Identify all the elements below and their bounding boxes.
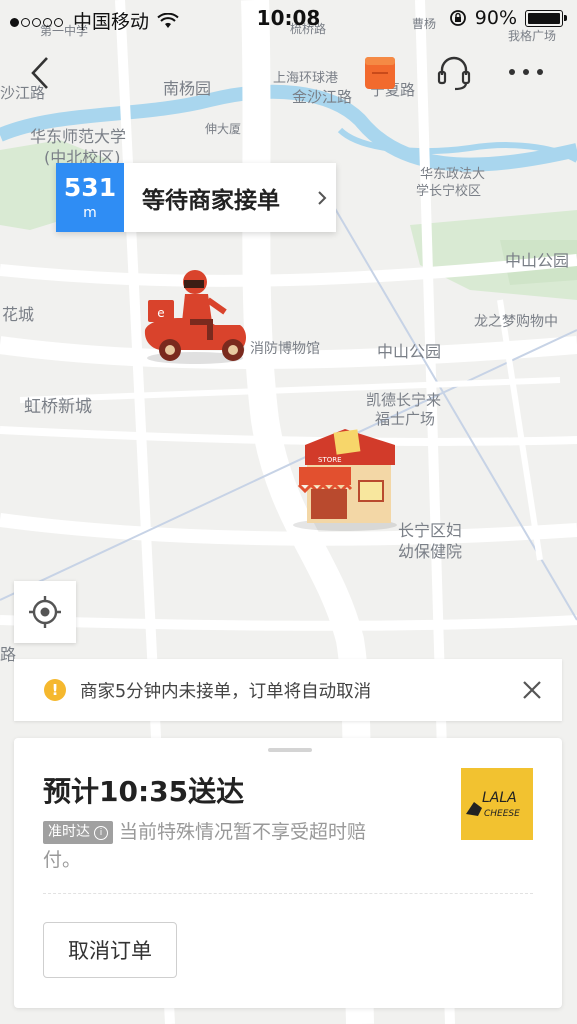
shop-logo-line1: LALA — [482, 790, 517, 806]
cancel-order-button[interactable]: 取消订单 — [43, 922, 177, 978]
battery-percent: 90% — [474, 7, 517, 29]
back-chevron-icon[interactable] — [22, 53, 58, 93]
distance-unit: m — [83, 204, 97, 221]
rotation-lock-icon — [449, 10, 466, 26]
merchant-status-card[interactable]: 531 m 等待商家接单 — [56, 163, 336, 232]
map-label: 学长宁校区 — [416, 183, 481, 199]
map-label: 虹桥新城 — [24, 397, 92, 417]
shop-logo[interactable]: LALA CHEESE — [461, 768, 533, 840]
map-label: 中山公园 — [505, 251, 569, 270]
map-label: 华东政法大 — [420, 167, 485, 182]
ele-bag-icon[interactable] — [360, 50, 400, 94]
merchant-status-text: 等待商家接单 — [142, 187, 280, 214]
distance-badge: 531 m — [56, 163, 124, 232]
locate-button[interactable] — [14, 581, 76, 643]
map-label: 凯德长宁来 — [366, 391, 441, 409]
chevron-right-icon — [308, 163, 336, 232]
notice-text: 商家5分钟内未接单，订单将自动取消 — [80, 681, 372, 702]
battery-icon — [525, 9, 567, 27]
map-label: 华东师范大学 — [30, 127, 126, 146]
top-bar — [0, 48, 577, 98]
more-dots-icon[interactable] — [503, 52, 549, 92]
divider — [43, 893, 533, 894]
headset-icon[interactable] — [432, 50, 476, 94]
map-label: 消防博物馆 — [250, 340, 320, 357]
shop-logo-line2: CHEESE — [484, 809, 520, 819]
sheet-grabber[interactable] — [268, 748, 312, 752]
svg-text:e: e — [157, 306, 164, 320]
ontime-info: 准时达 i 当前特殊情况暂不享受超时赔付。 — [43, 818, 403, 874]
map-label: 长宁区妇 — [398, 521, 462, 540]
map-label: 福士广场 — [375, 410, 435, 428]
map-label: 龙之梦购物中 — [474, 314, 558, 330]
road — [0, 615, 577, 631]
distance-value: 531 — [63, 172, 117, 202]
ontime-badge-label: 准时达 — [48, 824, 90, 840]
map-label: 花城 — [2, 305, 34, 324]
locate-target-icon — [29, 596, 61, 628]
map-label: 中山公园 — [377, 342, 441, 361]
auto-cancel-notice: ! 商家5分钟内未接单，订单将自动取消 — [14, 659, 562, 721]
map-label: 幼保健院 — [398, 542, 462, 561]
order-sheet: 预计10:35送达 准时达 i 当前特殊情况暂不享受超时赔付。 LALA CHEES… — [14, 738, 562, 1008]
eta-title: 预计10:35送达 — [43, 775, 245, 808]
map-label: 伸大厦 — [205, 122, 241, 136]
close-icon[interactable] — [502, 680, 562, 700]
ontime-badge[interactable]: 准时达 i — [43, 821, 113, 844]
warning-icon: ! — [44, 679, 66, 701]
info-icon: i — [94, 825, 108, 840]
store-icon[interactable]: STORE — [293, 429, 397, 531]
store-sign: STORE — [318, 456, 342, 464]
status-bar: 中国移动 10:08 90% — [0, 0, 577, 38]
